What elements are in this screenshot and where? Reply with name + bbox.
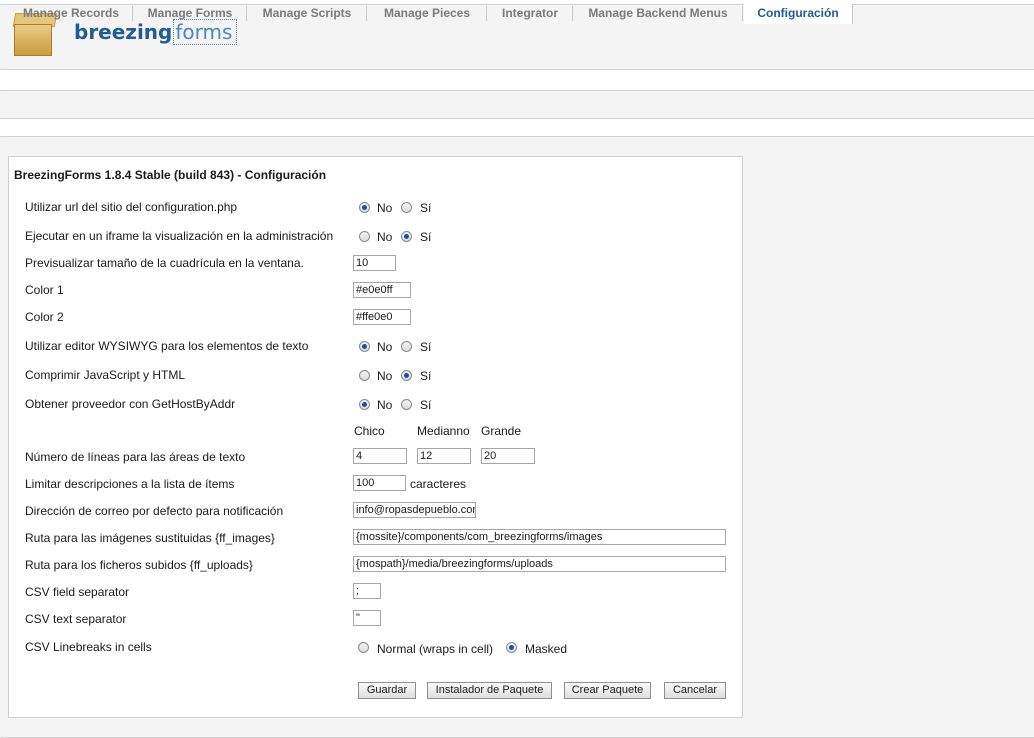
label-csv-field-separator: CSV field separator [25,585,130,599]
page-title: BreezingForms 1.8.4 Stable (build 843) -… [14,168,327,182]
tab-manage-forms[interactable]: Manage Forms [134,6,247,21]
textarea-lines-small-input[interactable]: 4 [353,448,407,464]
radio-gethost-no[interactable] [359,399,370,410]
column-header-large: Grande [481,424,522,438]
label-csv-linebreaks: CSV Linebreaks in cells [25,640,152,654]
color-1-input[interactable]: #e0e0ff [353,282,411,298]
csv-field-separator-input[interactable]: ; [353,583,381,599]
radio-label-si: Sí [420,369,432,383]
brand-light-text: forms [173,19,238,45]
radio-wysiwyg-si[interactable] [401,341,412,352]
brand-bold-text: breezing [74,20,173,44]
label-compress: Comprimir JavaScript y HTML [25,368,186,382]
label-csv-text-separator: CSV text separator [25,612,127,626]
radio-label-no: No [377,340,393,354]
label-gethost: Obtener proveedor con GetHostByAddr [25,397,236,411]
label-color-1: Color 1 [25,283,64,297]
textarea-lines-large-input[interactable]: 20 [481,448,535,464]
radio-csv-linebreaks-masked[interactable] [506,642,517,653]
uploads-path-input[interactable]: {mospath}/media/breezingforms/uploads [353,556,726,572]
package-installer-button[interactable]: Instalador de Paquete [427,682,552,699]
radio-label-masked: Masked [525,642,568,656]
label-limit-desc: Limitar descripciones a la lista de ítem… [25,477,235,491]
brand-logo: breezing forms [74,19,238,45]
radio-label-normal: Normal (wraps in cell) [377,642,494,656]
limit-desc-suffix: caracteres [410,477,467,491]
color-2-input[interactable]: #ffe0e0 [353,309,411,325]
tab-manage-records[interactable]: Manage Records [10,6,133,21]
label-images-path: Ruta para las imágenes sustituidas {ff_i… [25,531,275,545]
label-uploads-path: Ruta para los ficheros subidos {ff_uploa… [25,558,253,572]
radio-csv-linebreaks-normal[interactable] [358,642,369,653]
tab-configuracion[interactable]: Configuración [744,3,853,24]
label-email: Dirección de correo por defecto para not… [25,504,284,518]
cancel-button[interactable]: Cancelar [664,682,726,699]
radio-use-site-url-no[interactable] [359,202,370,213]
column-header-medium: Medianno [417,424,470,438]
radio-label-si: Sí [420,230,432,244]
radio-label-si: Sí [420,398,432,412]
label-use-site-url: Utilizar url del sitio del configuration… [25,200,238,214]
tab-manage-backend-menus[interactable]: Manage Backend Menus [574,6,743,21]
label-color-2: Color 2 [25,310,64,324]
tab-bar [0,90,1034,119]
tab-manage-pieces[interactable]: Manage Pieces [368,6,487,21]
images-path-input[interactable]: {mossite}/components/com_breezingforms/i… [353,529,726,545]
radio-label-si: Sí [420,340,432,354]
radio-wysiwyg-no[interactable] [359,341,370,352]
create-package-button[interactable]: Crear Paquete [564,682,651,699]
radio-label-no: No [377,230,393,244]
tab-manage-scripts[interactable]: Manage Scripts [248,6,367,21]
csv-text-separator-input[interactable]: " [353,610,381,626]
radio-compress-no[interactable] [359,370,370,381]
grid-preview-input[interactable]: 10 [353,255,396,271]
label-iframe: Ejecutar en un iframe la visualización e… [25,229,334,243]
radio-iframe-no[interactable] [359,231,370,242]
label-grid-preview: Previsualizar tamaño de la cuadrícula en… [25,256,304,270]
radio-label-no: No [377,398,393,412]
radio-label-no: No [377,201,393,215]
radio-compress-si[interactable] [401,370,412,381]
radio-use-site-url-si[interactable] [401,202,412,213]
textarea-lines-medium-input[interactable]: 12 [417,448,471,464]
label-wysiwyg: Utilizar editor WYSIWYG para los element… [25,339,309,353]
email-input[interactable]: info@ropasdepueblo.com [353,502,476,518]
save-button[interactable]: Guardar [358,682,416,699]
radio-gethost-si[interactable] [401,399,412,410]
label-textarea-lines: Número de líneas para las áreas de texto [25,450,246,464]
tab-integrator[interactable]: Integrator [488,6,573,21]
radio-iframe-si[interactable] [401,231,412,242]
radio-label-si: Sí [420,201,432,215]
limit-desc-input[interactable]: 100 [353,475,406,491]
column-header-small: Chico [354,424,385,438]
radio-label-no: No [377,369,393,383]
